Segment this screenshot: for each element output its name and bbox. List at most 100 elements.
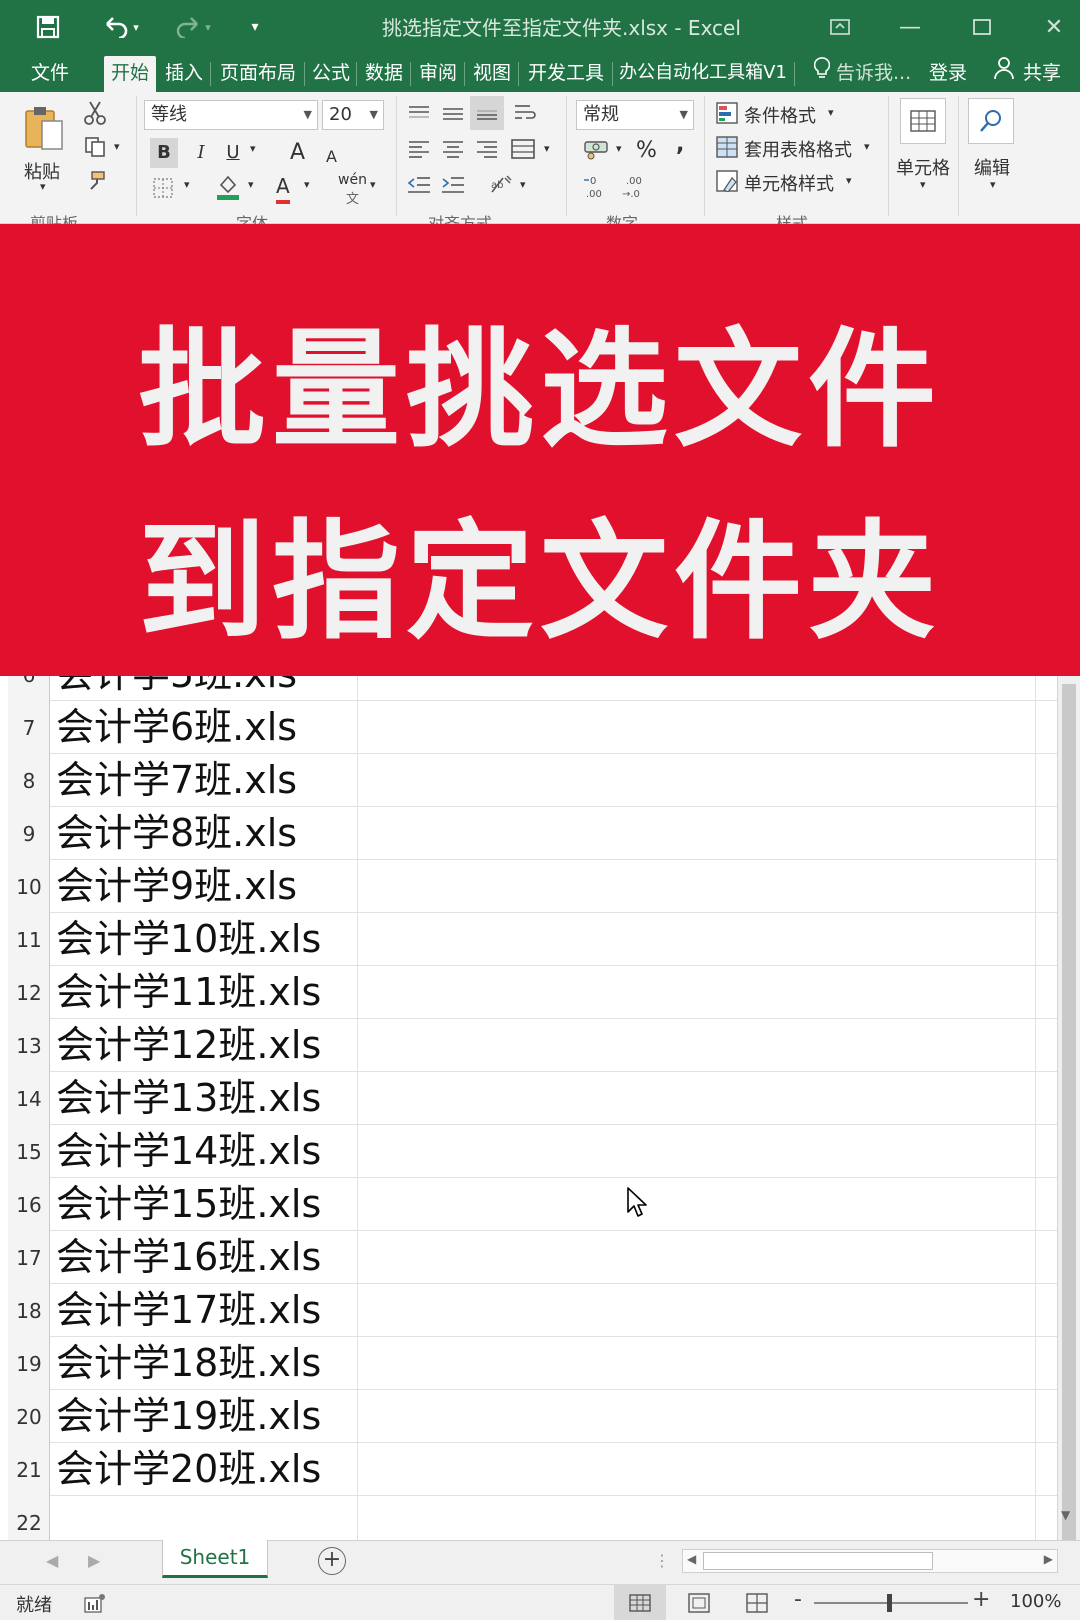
- cell-a[interactable]: 会计学6班.xls: [56, 701, 297, 754]
- align-bottom-icon[interactable]: [470, 96, 504, 130]
- row-number[interactable]: 19: [8, 1331, 50, 1384]
- format-painter-icon[interactable]: [80, 166, 110, 196]
- paste-icon[interactable]: [20, 104, 68, 154]
- cell-a[interactable]: 会计学8班.xls: [56, 807, 297, 860]
- row-number[interactable]: 17: [8, 1225, 50, 1278]
- align-right-icon[interactable]: [472, 134, 502, 164]
- row-number[interactable]: 16: [8, 1172, 50, 1225]
- conditional-format-button[interactable]: 条件格式: [744, 102, 816, 128]
- row-number[interactable]: 7: [8, 695, 50, 748]
- currency-icon[interactable]: [580, 134, 612, 164]
- add-sheet-button[interactable]: +: [318, 1547, 346, 1575]
- tell-me-box[interactable]: 告诉我...: [836, 56, 911, 92]
- conditional-format-icon[interactable]: [714, 100, 740, 126]
- minimize-icon[interactable]: —: [880, 8, 940, 46]
- row-number[interactable]: 14: [8, 1066, 50, 1119]
- customize-icon[interactable]: ▾: [240, 8, 270, 46]
- prev-sheet-arrow[interactable]: ◀: [46, 1551, 58, 1570]
- row-number[interactable]: 11: [8, 907, 50, 960]
- horizontal-scrollbar[interactable]: ◀ ▶: [682, 1549, 1058, 1573]
- font-color-button[interactable]: A: [276, 172, 290, 204]
- tab-office-toolbox[interactable]: 办公自动化工具箱V1: [614, 56, 792, 92]
- cell-style-button[interactable]: 单元格样式: [744, 170, 834, 196]
- cell-a[interactable]: 会计学11班.xls: [56, 966, 321, 1019]
- zoom-in-button[interactable]: +: [972, 1587, 990, 1612]
- row-number[interactable]: 21: [8, 1437, 50, 1490]
- table-format-button[interactable]: 套用表格格式: [744, 136, 852, 162]
- next-sheet-arrow[interactable]: ▶: [88, 1551, 100, 1570]
- macro-record-icon[interactable]: [84, 1593, 106, 1617]
- tab-data[interactable]: 数据: [360, 56, 408, 92]
- share-button[interactable]: 共享: [1018, 56, 1066, 92]
- row-number[interactable]: 18: [8, 1278, 50, 1331]
- row-number[interactable]: 13: [8, 1013, 50, 1066]
- font-name-box[interactable]: 等线 ▼: [144, 100, 318, 130]
- decrease-decimal-icon[interactable]: .00 →.0: [614, 172, 646, 202]
- tab-home[interactable]: 开始: [104, 56, 156, 92]
- border-icon[interactable]: [150, 174, 176, 202]
- maximize-icon[interactable]: [952, 8, 1012, 46]
- zoom-out-button[interactable]: -: [794, 1587, 802, 1612]
- login-link[interactable]: 登录: [926, 56, 970, 92]
- save-icon[interactable]: [26, 8, 70, 46]
- undo-icon[interactable]: ▾: [96, 8, 146, 46]
- tab-file[interactable]: 文件: [22, 56, 78, 92]
- cell-a[interactable]: 会计学14班.xls: [56, 1125, 321, 1178]
- copy-icon[interactable]: [80, 132, 110, 162]
- close-icon[interactable]: ✕: [1024, 8, 1080, 46]
- align-top-icon[interactable]: [404, 98, 434, 128]
- tab-review[interactable]: 审阅: [414, 56, 462, 92]
- edit-label[interactable]: 编辑: [974, 154, 1010, 180]
- page-break-view-icon[interactable]: [746, 1593, 768, 1617]
- row-number[interactable]: 12: [8, 960, 50, 1013]
- scroll-left-arrow[interactable]: ◀: [687, 1552, 696, 1566]
- row-number[interactable]: 8: [8, 748, 50, 801]
- row-number[interactable]: 20: [8, 1384, 50, 1437]
- normal-view-icon[interactable]: [614, 1585, 666, 1620]
- cells-label[interactable]: 单元格: [896, 154, 950, 180]
- tab-insert[interactable]: 插入: [160, 56, 208, 92]
- fill-color-icon[interactable]: [214, 172, 242, 202]
- cell-a[interactable]: 会计学19班.xls: [56, 1390, 321, 1443]
- shrink-font-button[interactable]: A: [326, 142, 337, 172]
- align-middle-icon[interactable]: [438, 98, 468, 128]
- cell-a[interactable]: 会计学9班.xls: [56, 860, 297, 913]
- align-center-icon[interactable]: [438, 134, 468, 164]
- vertical-scroll-thumb[interactable]: [1062, 684, 1076, 1620]
- page-layout-view-icon[interactable]: [688, 1593, 710, 1617]
- tab-formulas[interactable]: 公式: [308, 56, 354, 92]
- zoom-level[interactable]: 100%: [1010, 1591, 1061, 1612]
- wrap-text-icon[interactable]: [510, 98, 540, 128]
- row-number[interactable]: 15: [8, 1119, 50, 1172]
- cell-a[interactable]: 会计学18班.xls: [56, 1337, 321, 1390]
- cell-a[interactable]: 会计学17班.xls: [56, 1284, 321, 1337]
- cells-icon[interactable]: [900, 98, 946, 144]
- font-size-box[interactable]: 20 ▼: [322, 100, 384, 130]
- orientation-icon[interactable]: ab: [486, 170, 516, 200]
- comma-button[interactable]: ,: [676, 130, 684, 160]
- cell-a[interactable]: 会计学16班.xls: [56, 1231, 321, 1284]
- tab-developer[interactable]: 开发工具: [522, 56, 610, 92]
- zoom-slider[interactable]: [814, 1594, 968, 1612]
- cell-a[interactable]: 会计学13班.xls: [56, 1072, 321, 1125]
- number-format-box[interactable]: 常规 ▼: [576, 100, 694, 130]
- horizontal-scroll-thumb[interactable]: [703, 1552, 933, 1570]
- tab-view[interactable]: 视图: [468, 56, 516, 92]
- sheet-tab[interactable]: Sheet1: [162, 1540, 268, 1578]
- cell-a[interactable]: 会计学7班.xls: [56, 754, 297, 807]
- percent-button[interactable]: %: [636, 136, 657, 166]
- row-number[interactable]: 10: [8, 854, 50, 907]
- bold-button[interactable]: B: [150, 138, 178, 168]
- tab-splitter[interactable]: ⋮: [654, 1551, 670, 1570]
- tab-page-layout[interactable]: 页面布局: [214, 56, 302, 92]
- table-format-icon[interactable]: [714, 134, 740, 160]
- phonetic-button[interactable]: wén: [338, 172, 367, 188]
- italic-button[interactable]: I: [190, 138, 212, 168]
- ribbon-display-icon[interactable]: [810, 8, 870, 46]
- increase-indent-icon[interactable]: [438, 170, 468, 200]
- zoom-slider-thumb[interactable]: [887, 1594, 892, 1612]
- scroll-down-arrow[interactable]: ▼: [1061, 1508, 1070, 1522]
- scroll-right-arrow[interactable]: ▶: [1044, 1552, 1053, 1566]
- row-number[interactable]: 9: [8, 801, 50, 854]
- redo-icon[interactable]: ▾: [168, 8, 218, 46]
